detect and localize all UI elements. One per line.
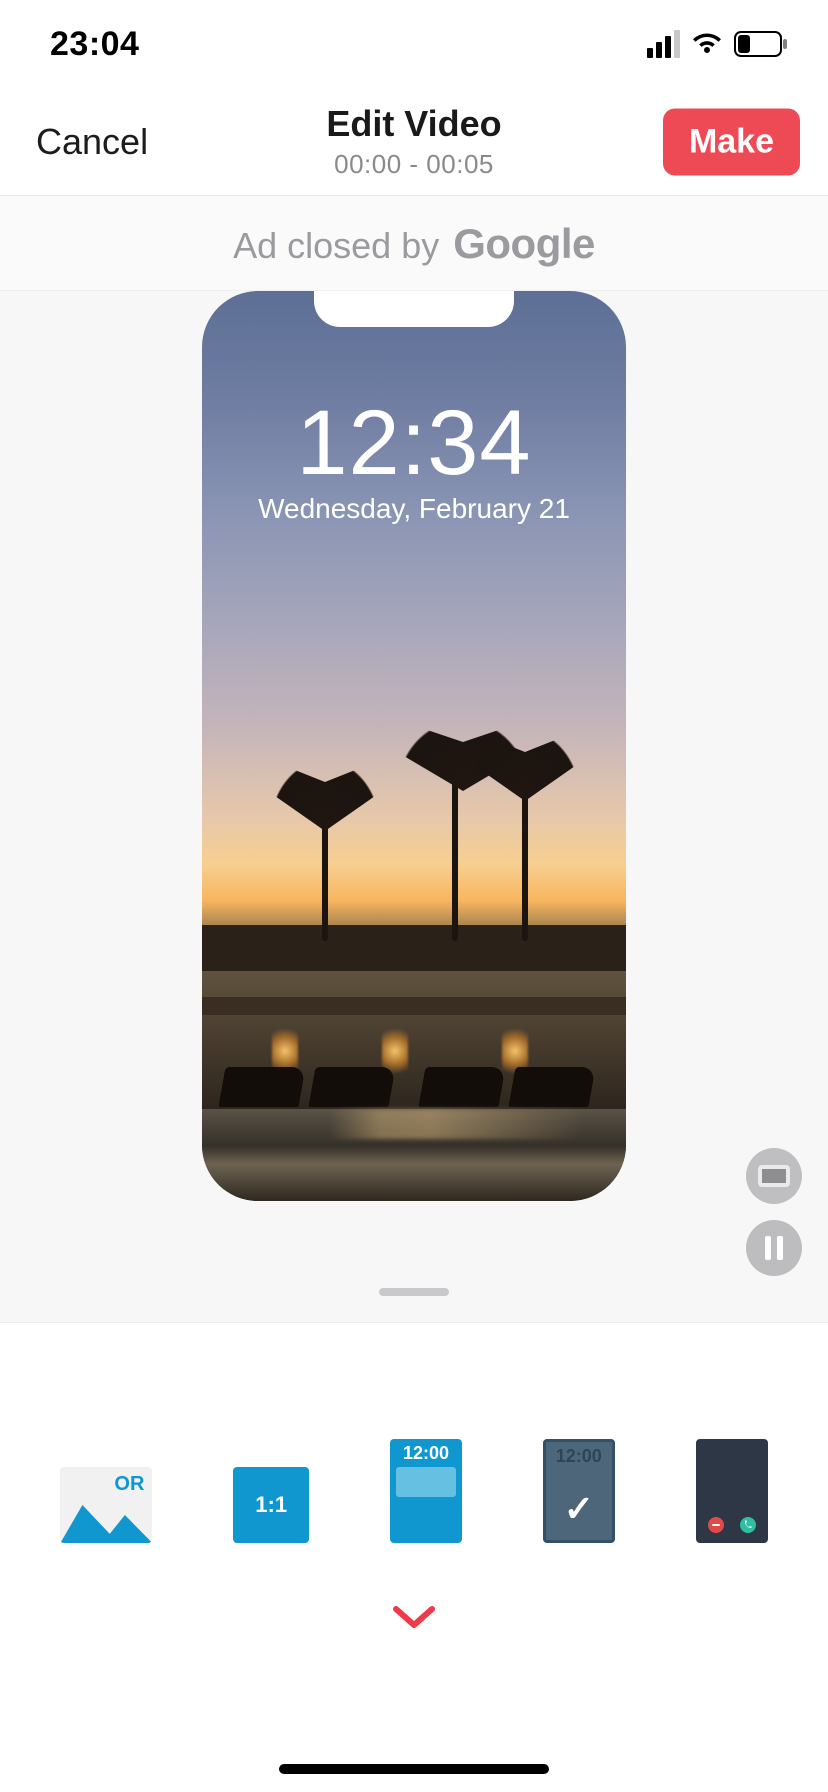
scenery-decoration — [308, 1067, 395, 1107]
option-call-screen[interactable] — [696, 1439, 768, 1543]
status-clock: 23:04 — [50, 25, 139, 64]
scenery-decoration — [202, 1109, 626, 1201]
scenery-decoration — [270, 761, 380, 831]
scenery-decoration — [322, 821, 328, 941]
collapse-area — [0, 1543, 828, 1689]
option-square[interactable]: 1:1 — [233, 1467, 309, 1543]
home-indicator — [279, 1764, 549, 1774]
status-bar: 23:04 — [0, 0, 828, 88]
option-lockscreen-light-time: 12:00 — [390, 1439, 462, 1464]
decline-call-icon — [708, 1517, 724, 1533]
notification-panel-icon — [396, 1467, 456, 1497]
frame-icon — [758, 1165, 790, 1187]
scenery-decoration — [418, 1067, 505, 1107]
make-button[interactable]: Make — [663, 108, 800, 175]
option-original-label: OR — [114, 1473, 144, 1496]
wifi-icon — [692, 32, 722, 56]
accept-call-icon — [740, 1517, 756, 1533]
chevron-down-icon — [392, 1605, 436, 1631]
option-lockscreen-light[interactable]: 12:00 — [390, 1439, 462, 1543]
scenery-decoration — [202, 925, 626, 971]
time-range: 00:00 - 00:05 — [326, 149, 501, 180]
checkmark-icon: ✓ — [564, 1488, 594, 1530]
option-original[interactable]: OR — [60, 1467, 152, 1543]
status-indicators — [647, 30, 788, 58]
phone-notch — [314, 291, 514, 327]
preview-stage: 12:34 Wednesday, February 21 — [0, 291, 828, 1323]
lockscreen-date: Wednesday, February 21 — [202, 493, 626, 525]
page-title: Edit Video — [326, 103, 501, 145]
image-icon — [60, 1505, 152, 1543]
collapse-button[interactable] — [392, 1592, 436, 1640]
scenery-decoration — [470, 731, 580, 801]
scenery-decoration — [452, 781, 458, 941]
battery-icon — [734, 31, 788, 57]
option-lockscreen-dark-time: 12:00 — [546, 1442, 612, 1467]
option-lockscreen-dark[interactable]: 12:00 ✓ — [543, 1439, 615, 1543]
scenery-decoration — [218, 1067, 305, 1107]
drag-handle[interactable] — [379, 1288, 449, 1296]
cellular-signal-icon — [647, 30, 680, 58]
wallpaper-preview[interactable]: 12:34 Wednesday, February 21 — [202, 291, 626, 1201]
lockscreen-time: 12:34 — [202, 391, 626, 496]
google-logo-text: Google — [453, 220, 595, 268]
cancel-button[interactable]: Cancel — [36, 121, 148, 163]
scenery-decoration — [508, 1067, 595, 1107]
frame-toggle-button[interactable] — [746, 1148, 802, 1204]
template-options: OR 1:1 12:00 12:00 ✓ — [0, 1323, 828, 1543]
scenery-decoration — [202, 997, 626, 1015]
pause-icon — [765, 1236, 783, 1260]
scenery-decoration — [522, 791, 528, 941]
ad-text: Ad closed by — [233, 225, 439, 267]
option-square-label: 1:1 — [233, 1467, 309, 1543]
pause-button[interactable] — [746, 1220, 802, 1276]
nav-header: Cancel Edit Video 00:00 - 00:05 Make — [0, 88, 828, 196]
ad-banner: Ad closed by Google — [0, 196, 828, 291]
